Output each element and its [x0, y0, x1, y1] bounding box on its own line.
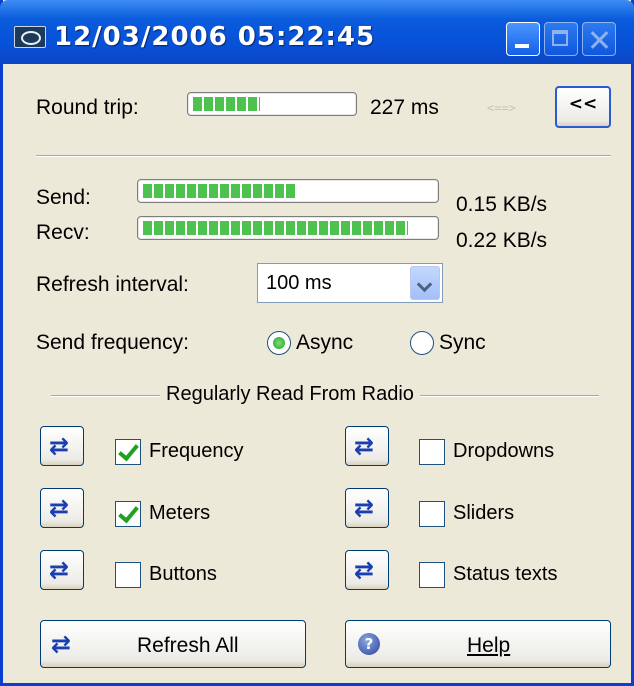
send-meter-fill: [143, 184, 296, 198]
sync-radio-label[interactable]: Sync: [439, 331, 486, 355]
sliders-checkbox[interactable]: [419, 501, 445, 527]
refresh-icon: ⇄: [354, 432, 375, 460]
divider: [36, 155, 611, 157]
collapse-button[interactable]: <<: [555, 86, 611, 128]
refresh-dropdowns-button[interactable]: ⇄: [345, 426, 389, 466]
buttons-checkbox[interactable]: [115, 562, 141, 588]
help-label: Help: [467, 634, 511, 657]
send-rate-value: 0.15 KB/s: [456, 193, 548, 216]
refresh-all-label: Refresh All: [137, 634, 239, 657]
help-button[interactable]: ? Help: [345, 620, 611, 668]
window-title: 12/03/2006 05:22:45: [54, 22, 376, 52]
refresh-status-texts-button[interactable]: ⇄: [345, 550, 389, 590]
round-trip-meter-fill: [193, 97, 260, 111]
async-radio[interactable]: [267, 331, 291, 355]
frequency-checkbox[interactable]: [115, 439, 141, 465]
async-radio-label[interactable]: Async: [296, 331, 353, 355]
refresh-icon: ⇄: [51, 630, 72, 658]
refresh-interval-select[interactable]: 100 ms: [257, 263, 443, 303]
refresh-icon: ⇄: [354, 556, 375, 584]
send-frequency-label: Send frequency:: [36, 331, 189, 354]
maximize-button: [544, 22, 578, 56]
sliders-label[interactable]: Sliders: [453, 502, 514, 525]
refresh-icon: ⇄: [49, 556, 70, 584]
refresh-meters-button[interactable]: ⇄: [40, 488, 84, 528]
recv-label: Recv:: [36, 221, 90, 244]
chevron-down-icon[interactable]: [410, 266, 440, 300]
app-window: 12/03/2006 05:22:45 Round trip: 227 ms <…: [0, 0, 634, 686]
recv-meter: [137, 216, 439, 240]
link-arrows-indicator: <==>: [487, 101, 516, 115]
round-trip-label: Round trip:: [36, 96, 139, 119]
section-title: Regularly Read From Radio: [160, 383, 420, 406]
status-texts-label[interactable]: Status texts: [453, 563, 558, 586]
sync-radio[interactable]: [410, 331, 434, 355]
dropdowns-label[interactable]: Dropdowns: [453, 440, 554, 463]
round-trip-value: 227 ms: [370, 96, 439, 119]
round-trip-meter: [187, 92, 357, 116]
refresh-icon: ⇄: [49, 494, 70, 522]
recv-rate-value: 0.22 KB/s: [456, 229, 548, 252]
refresh-sliders-button[interactable]: ⇄: [345, 488, 389, 528]
refresh-buttons-button[interactable]: ⇄: [40, 550, 84, 590]
recv-meter-fill: [143, 221, 408, 235]
dropdowns-checkbox[interactable]: [419, 439, 445, 465]
help-icon: ?: [358, 633, 380, 655]
send-label: Send:: [36, 186, 91, 209]
minimize-button[interactable]: [506, 22, 540, 56]
frequency-label[interactable]: Frequency: [149, 440, 244, 463]
close-button: [582, 22, 616, 56]
send-meter: [137, 179, 439, 203]
refresh-all-button[interactable]: ⇄ Refresh All: [40, 620, 306, 668]
buttons-label[interactable]: Buttons: [149, 563, 217, 586]
remote-control-app-icon[interactable]: [14, 26, 46, 48]
refresh-interval-label: Refresh interval:: [36, 273, 189, 296]
title-bar[interactable]: 12/03/2006 05:22:45: [0, 0, 634, 64]
refresh-icon: ⇄: [354, 494, 375, 522]
refresh-icon: ⇄: [49, 432, 70, 460]
meters-checkbox[interactable]: [115, 501, 141, 527]
refresh-interval-value: 100 ms: [266, 272, 332, 294]
status-texts-checkbox[interactable]: [419, 562, 445, 588]
refresh-frequency-button[interactable]: ⇄: [40, 426, 84, 466]
meters-label[interactable]: Meters: [149, 502, 210, 525]
